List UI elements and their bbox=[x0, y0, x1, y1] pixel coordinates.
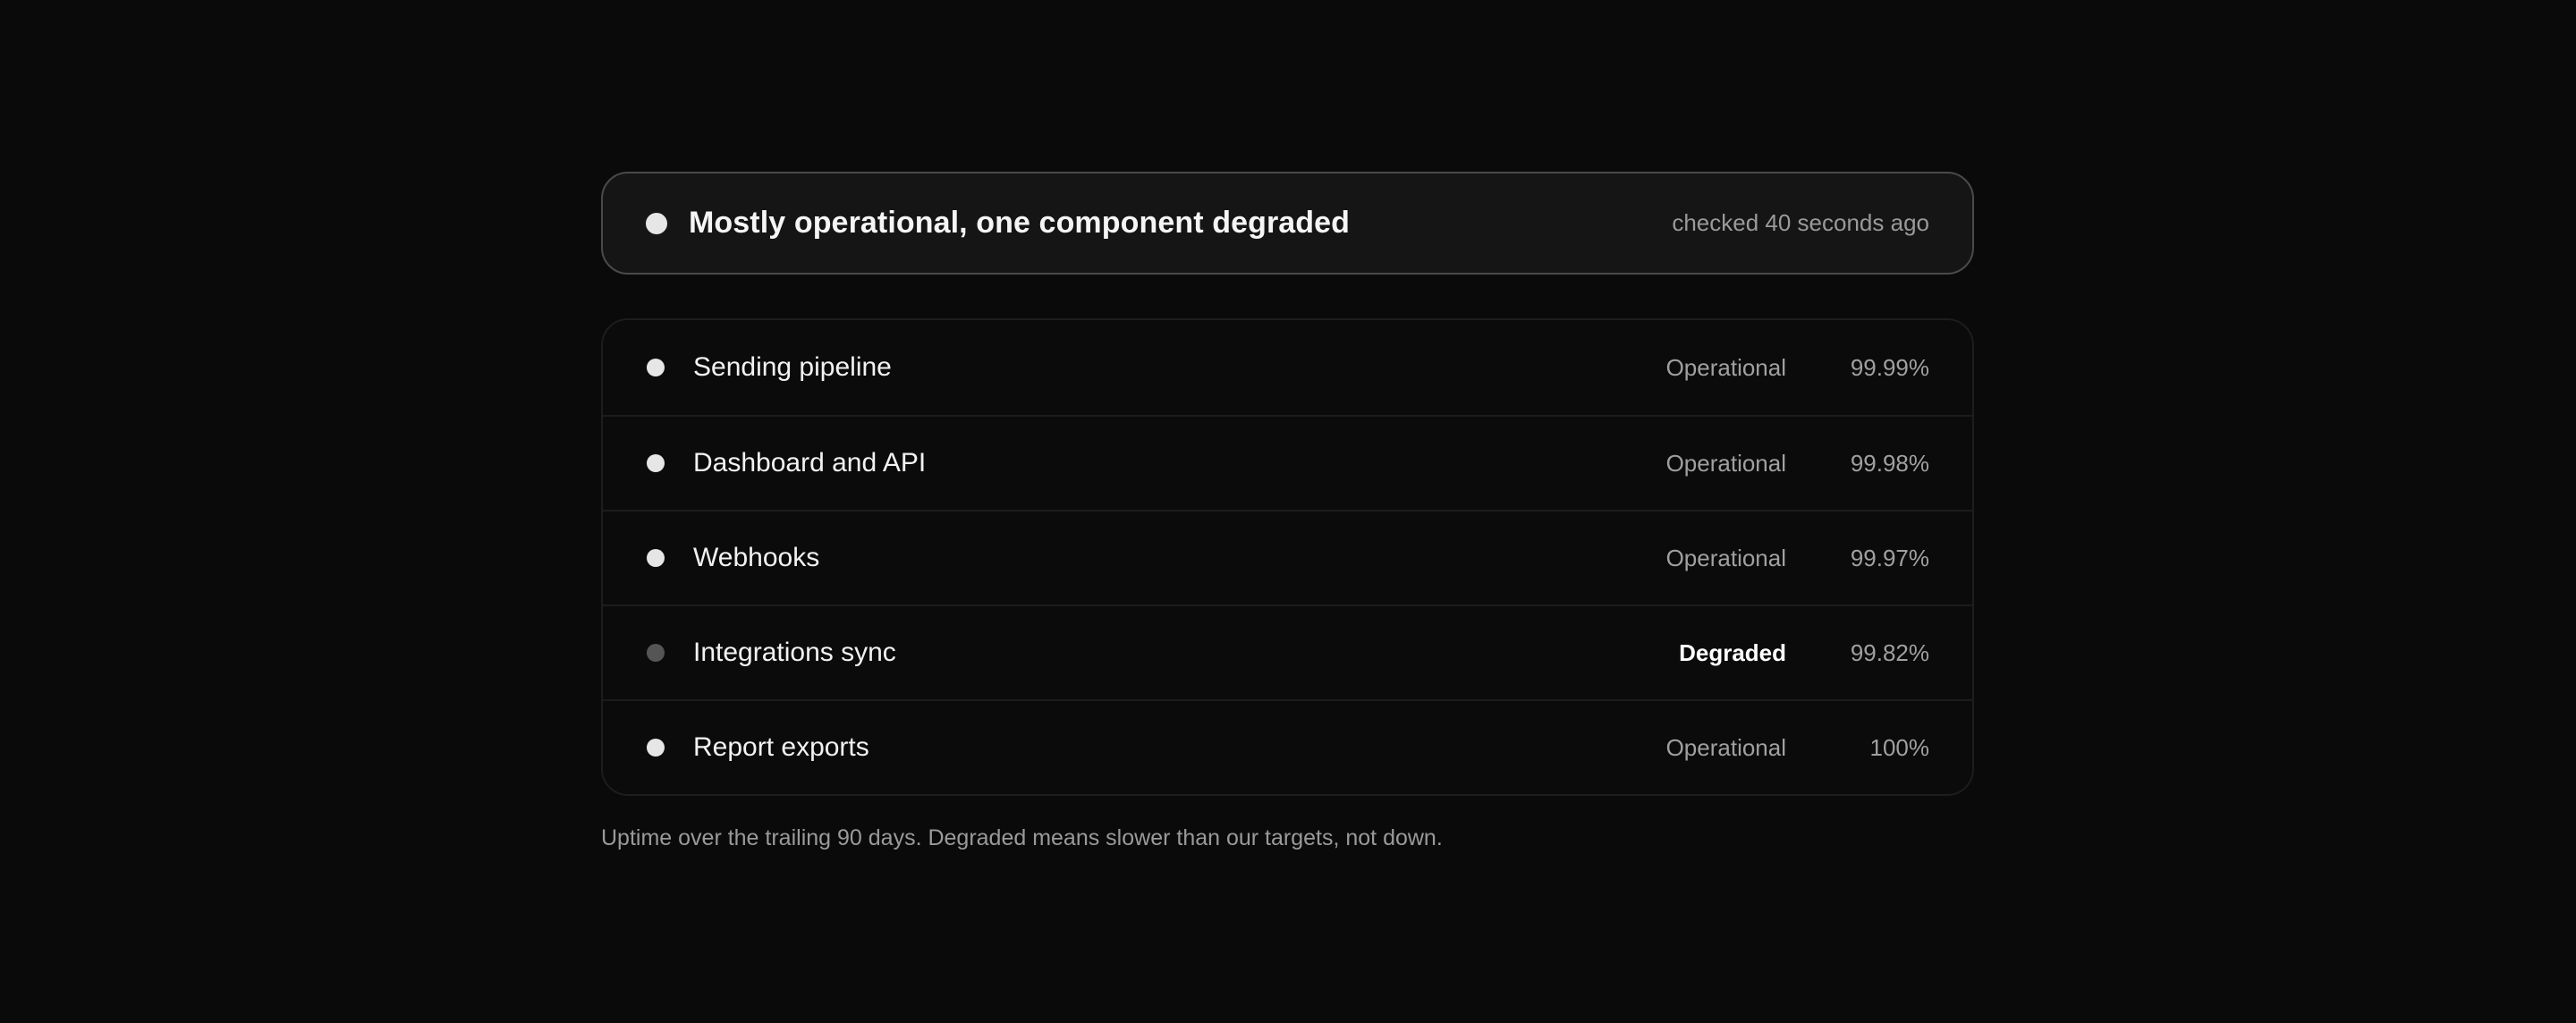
status-dot-icon bbox=[647, 359, 665, 376]
component-row-sending-pipeline: Sending pipeline Operational 99.99% bbox=[603, 320, 1972, 415]
component-status: Operational bbox=[1665, 544, 1786, 571]
component-name: Integrations sync bbox=[693, 638, 896, 667]
status-dot-icon bbox=[647, 454, 665, 472]
component-uptime: 99.97% bbox=[1850, 544, 1929, 571]
status-dot-icon bbox=[647, 739, 665, 757]
components-list: Sending pipeline Operational 99.99% Dash… bbox=[601, 318, 1974, 796]
component-uptime: 99.98% bbox=[1850, 449, 1929, 477]
component-row-webhooks: Webhooks Operational 99.97% bbox=[603, 510, 1972, 604]
component-uptime: 99.99% bbox=[1850, 353, 1929, 381]
component-uptime: 99.82% bbox=[1850, 638, 1929, 666]
component-uptime: 100% bbox=[1869, 733, 1930, 761]
component-name: Dashboard and API bbox=[693, 448, 927, 478]
component-name: Report exports bbox=[693, 732, 869, 762]
component-name: Webhooks bbox=[693, 543, 820, 572]
last-checked-timestamp: checked 40 seconds ago bbox=[1672, 209, 1929, 236]
uptime-footnote: Uptime over the trailing 90 days. Degrad… bbox=[601, 825, 1443, 850]
component-name: Sending pipeline bbox=[693, 352, 892, 382]
component-row-report-exports: Report exports Operational 100% bbox=[603, 699, 1972, 794]
status-page: Mostly operational, one component degrad… bbox=[601, 172, 1974, 851]
overall-status-banner: Mostly operational, one component degrad… bbox=[601, 172, 1974, 275]
overall-status-title: Mostly operational, one component degrad… bbox=[689, 206, 1351, 240]
component-status: Operational bbox=[1665, 449, 1786, 477]
component-status: Degraded bbox=[1679, 638, 1786, 666]
degraded-status-dot-icon bbox=[647, 644, 665, 662]
overall-status-dot-icon bbox=[646, 212, 667, 234]
component-status: Operational bbox=[1665, 353, 1786, 381]
status-dot-icon bbox=[647, 549, 665, 567]
component-status: Operational bbox=[1665, 733, 1786, 761]
component-row-dashboard-and-api: Dashboard and API Operational 99.98% bbox=[603, 415, 1972, 510]
component-row-integrations-sync: Integrations sync Degraded 99.82% bbox=[603, 604, 1972, 699]
